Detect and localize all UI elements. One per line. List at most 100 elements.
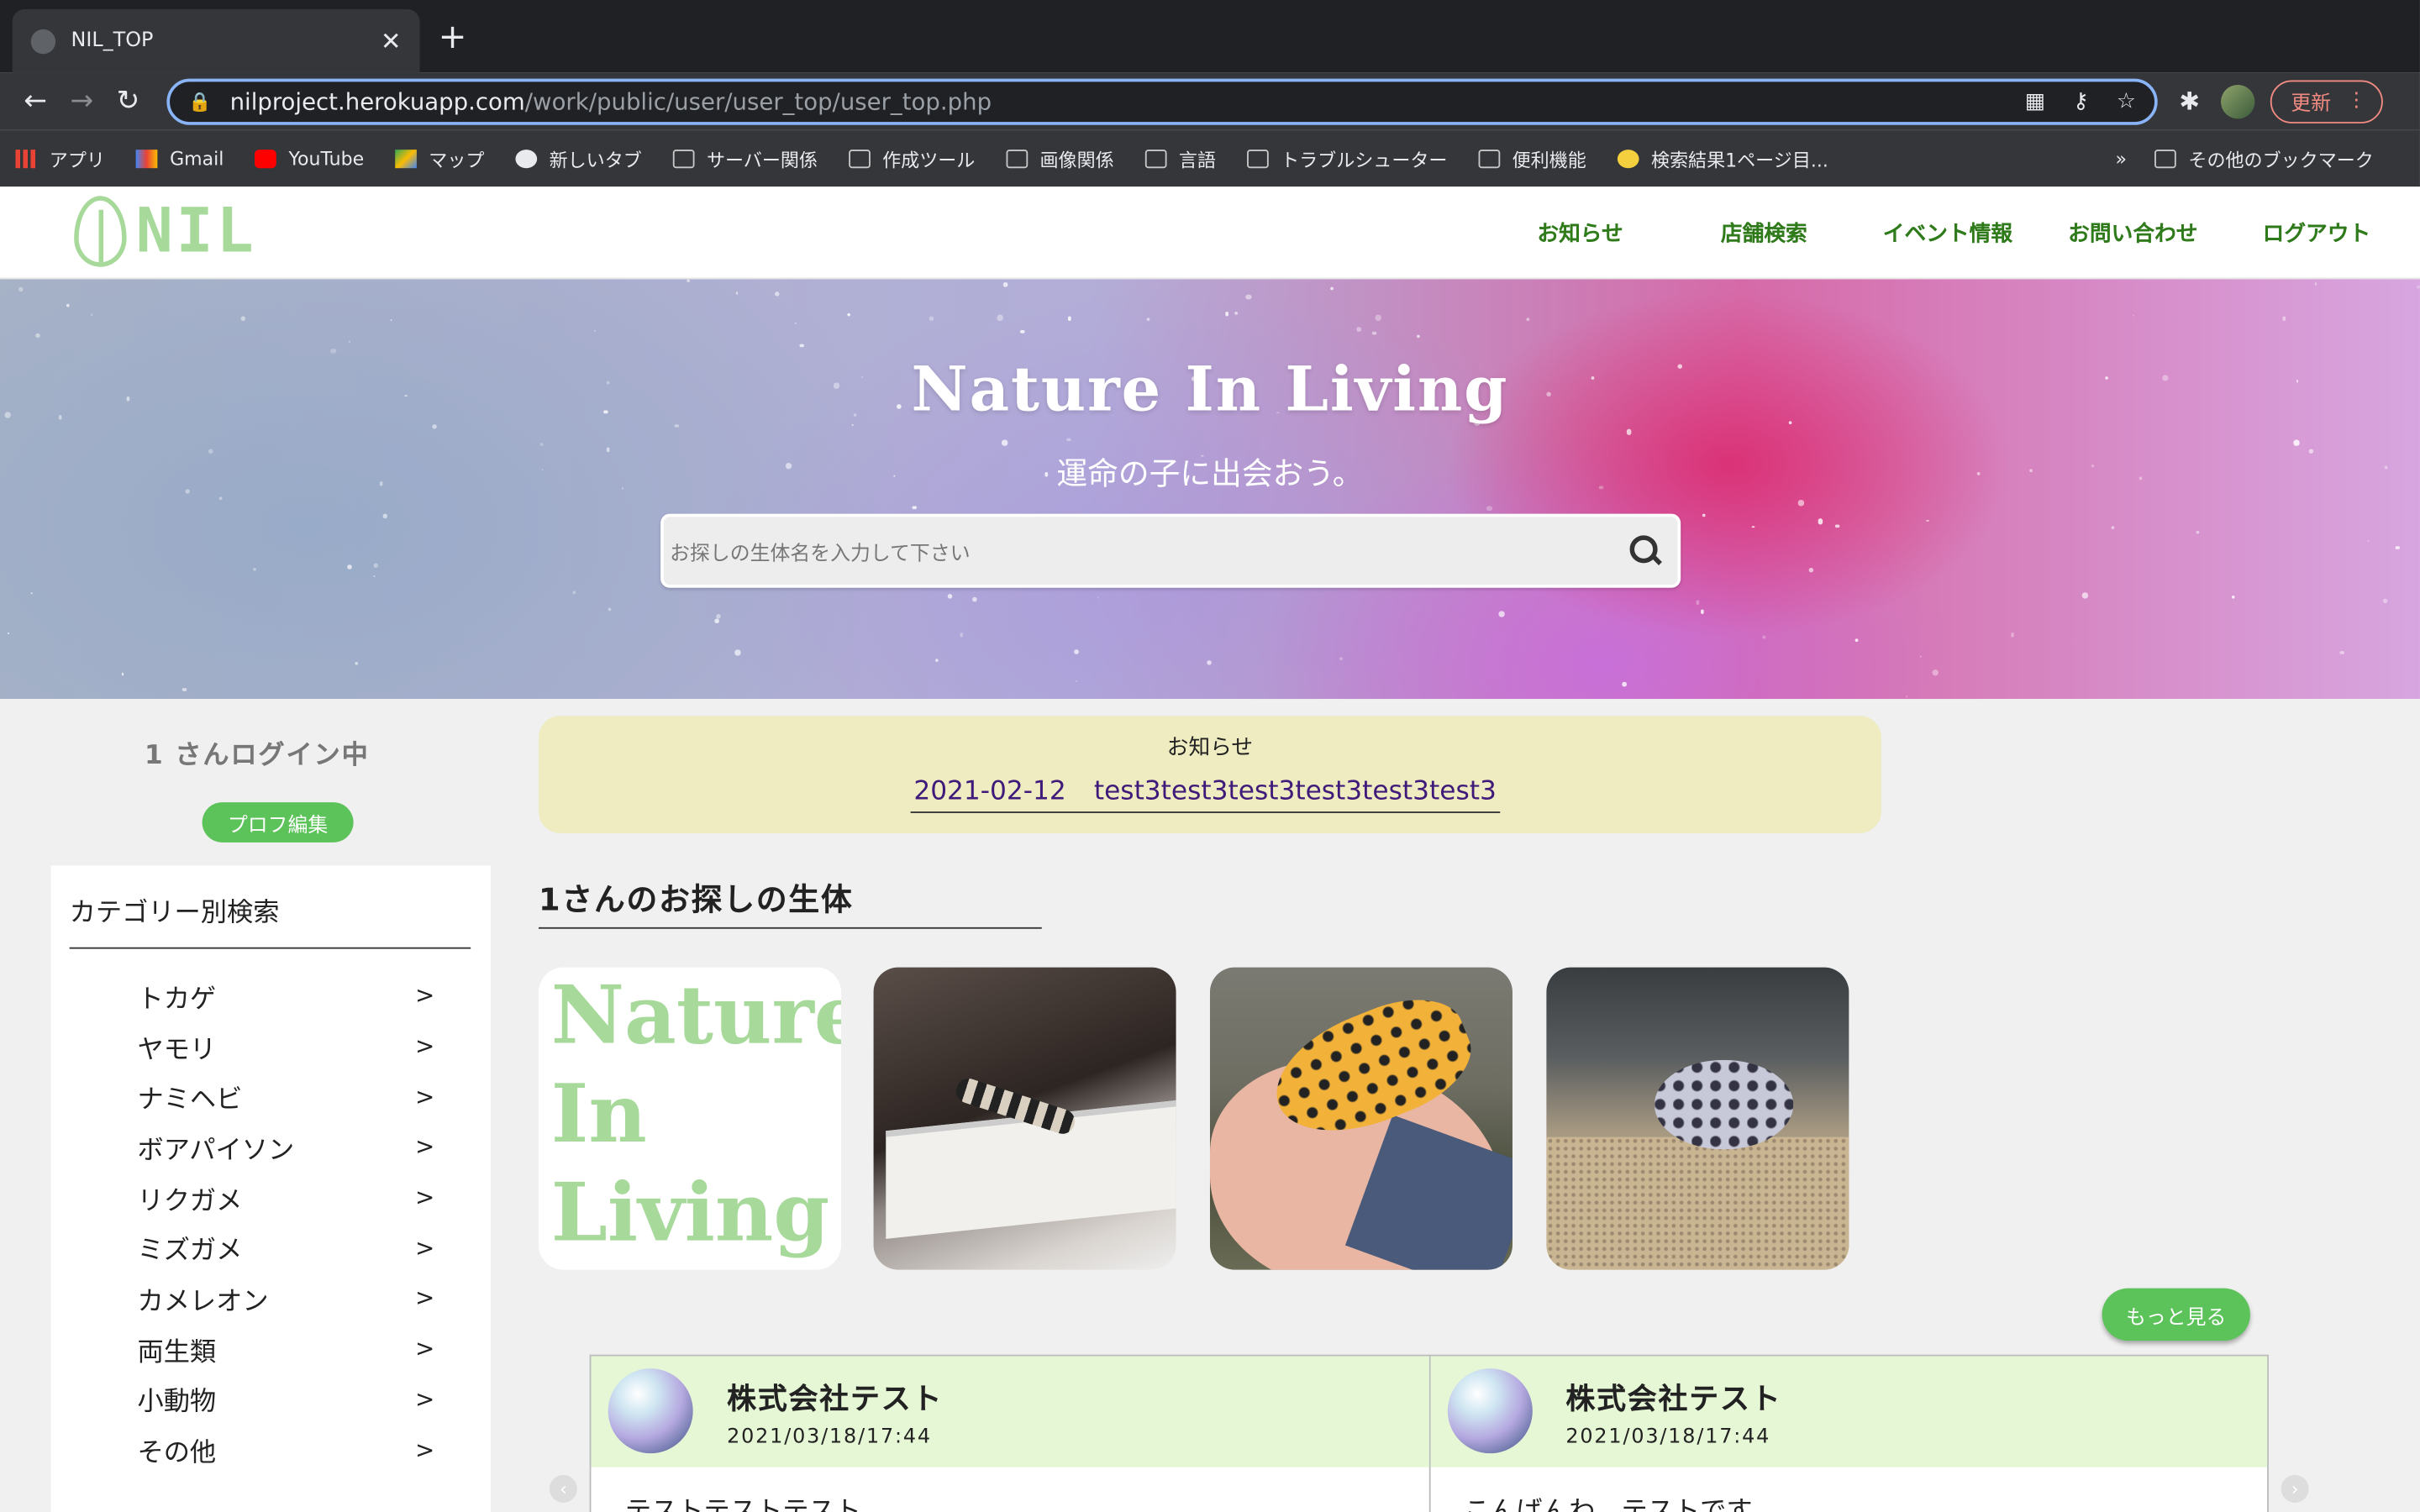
chevron-right-icon[interactable]: > [415, 1133, 434, 1161]
bookmark-item[interactable]: アプリ [15, 146, 105, 172]
category-label[interactable]: その他 [137, 1431, 216, 1469]
chevron-right-icon[interactable]: > [415, 1032, 434, 1060]
category-label[interactable]: ナミヘビ [137, 1077, 242, 1116]
notice-link[interactable]: 2021-02-12 test3test3test3test3test3test3 [910, 776, 1500, 813]
lock-icon[interactable]: 🔒 [188, 90, 211, 112]
hero-speck [793, 322, 797, 324]
bookmark-item[interactable]: 新しいタブ [515, 146, 642, 172]
nav-logout[interactable]: ログアウト [2263, 218, 2371, 249]
search-placeholder[interactable]: お探しの生体名を入力して下さい [670, 536, 1628, 566]
chevron-right-icon[interactable]: > [415, 1335, 434, 1362]
edit-profile-button[interactable]: プロフ編集 [202, 802, 354, 843]
bookmark-item[interactable]: 便利機能 [1478, 146, 1586, 172]
close-icon[interactable]: ✕ [381, 26, 402, 55]
carousel-prev-icon[interactable]: ‹ [549, 1474, 577, 1503]
site-logo[interactable]: NIL [74, 196, 256, 267]
post-time: 2021/03/18/17:44 [727, 1425, 932, 1449]
post-card[interactable]: 株式会社テスト 2021/03/18/17:44 テストテストテスト [591, 1356, 1430, 1512]
chevron-right-icon[interactable]: > [415, 1083, 434, 1110]
chevron-right-icon[interactable]: > [415, 1284, 434, 1312]
post-message: こんばんわ、テストです。 [1464, 1488, 1776, 1512]
nav-news[interactable]: お知らせ [1537, 218, 1623, 249]
wanted-thumb-leopard-gecko-sand[interactable] [1546, 967, 1849, 1270]
bookmark-label: Gmail [170, 148, 224, 171]
category-label[interactable]: ミズガメ [137, 1229, 242, 1268]
folder-icon [848, 150, 871, 169]
bookmark-item[interactable]: 作成ツール [848, 146, 975, 172]
hero-speck [2340, 651, 2344, 655]
bookmark-label: トラブルシューター [1281, 149, 1448, 171]
bookmark-item[interactable]: 言語 [1144, 146, 1216, 172]
notice-date[interactable]: 2021-02-12 [913, 776, 1065, 807]
carousel-next-icon[interactable]: › [2281, 1474, 2309, 1503]
bookmark-item[interactable]: Gmail [135, 148, 224, 171]
category-label[interactable]: カメレオン [137, 1279, 268, 1318]
hero-speck [2282, 317, 2286, 321]
hero-speck [997, 315, 1003, 321]
update-button[interactable]: 更新 ⋮ [2270, 79, 2384, 123]
category-label[interactable]: トカゲ [137, 976, 216, 1016]
post-card[interactable]: 株式会社テスト 2021/03/18/17:44 こんばんわ、テストです。 [1429, 1356, 2268, 1512]
back-icon[interactable]: ← [13, 85, 59, 118]
hero-speck [182, 687, 187, 691]
category-item[interactable]: ミズガメ > [51, 1222, 491, 1273]
category-item[interactable]: カメレオン > [51, 1273, 491, 1324]
category-item[interactable]: ヤモリ > [51, 1021, 491, 1071]
category-item[interactable]: ボアパイソン > [51, 1121, 491, 1172]
category-item[interactable]: トカゲ > [51, 970, 491, 1021]
nav-shop-search[interactable]: 店舗検索 [1721, 218, 1807, 249]
chevron-right-icon[interactable]: > [415, 982, 434, 1010]
chevron-right-icon[interactable]: > [415, 1234, 434, 1262]
category-label[interactable]: 両生類 [137, 1330, 216, 1368]
category-label[interactable]: 小動物 [137, 1380, 216, 1419]
chevron-right-icon[interactable]: > [415, 1436, 434, 1463]
hero-speck [1835, 523, 1840, 528]
category-item[interactable]: 両生類 > [51, 1324, 491, 1374]
extensions-icon[interactable]: ✱ [2179, 87, 2200, 116]
hero-speck [391, 318, 393, 321]
browser-tab[interactable]: NIL_TOP ✕ [12, 9, 420, 73]
category-label[interactable]: ヤモリ [137, 1026, 216, 1066]
key-icon[interactable]: ⚷ [2073, 89, 2089, 113]
reload-icon[interactable]: ↻ [105, 85, 151, 118]
wanted-thumb-leopard-gecko-hand[interactable] [1209, 967, 1512, 1270]
category-label[interactable]: リクガメ [137, 1178, 242, 1217]
notice-text[interactable]: test3test3test3test3test3test3 [1094, 776, 1497, 807]
bookmark-item[interactable]: 画像関係 [1006, 146, 1114, 172]
search-icon[interactable] [1628, 533, 1662, 567]
nav-contact[interactable]: お問い合わせ [2068, 218, 2197, 249]
bookmark-item[interactable]: YouTube [255, 148, 364, 170]
hero-speck [1097, 596, 1100, 600]
hero-speck [929, 315, 934, 321]
bookmark-item[interactable]: 検索結果1ページ目... [1617, 146, 1828, 172]
bookmark-item[interactable]: サーバー関係 [672, 146, 818, 172]
category-item[interactable]: リクガメ > [51, 1172, 491, 1222]
other-bookmarks[interactable]: その他のブックマーク [2154, 146, 2374, 172]
more-button[interactable]: もっと見る [2102, 1288, 2250, 1341]
forward-icon[interactable]: → [59, 85, 105, 118]
chevron-right-icon[interactable]: > [415, 1184, 434, 1211]
wanted-thumb-snake[interactable] [873, 967, 1176, 1270]
gmail-icon [135, 150, 158, 169]
more-bookmarks-icon[interactable]: » [2115, 148, 2126, 170]
category-item[interactable]: 小動物 > [51, 1374, 491, 1425]
address-bar[interactable]: 🔒 nilproject.herokuapp.com/work/public/u… [166, 77, 2158, 124]
chevron-right-icon[interactable]: > [415, 1385, 434, 1413]
category-item[interactable]: ナミヘビ > [51, 1071, 491, 1121]
category-label[interactable]: ボアパイソン [137, 1127, 294, 1167]
qr-code-icon[interactable]: ▦ [2025, 89, 2045, 113]
hero-speck [2382, 598, 2388, 604]
profile-avatar[interactable] [2221, 84, 2256, 118]
search-input[interactable]: お探しの生体名を入力して下さい [660, 513, 1681, 588]
hero-speck [240, 316, 245, 321]
bookmark-label: マップ [429, 149, 485, 171]
hero-title: Nature In Living [911, 353, 1509, 426]
bookmark-item[interactable]: マップ [394, 146, 485, 172]
wanted-thumb-logo[interactable]: Nature In Living [539, 967, 842, 1270]
nav-events[interactable]: イベント情報 [1883, 218, 2012, 249]
new-tab-button[interactable]: + [439, 18, 467, 57]
bookmark-item[interactable]: トラブルシューター [1246, 146, 1448, 172]
category-item[interactable]: その他 > [51, 1425, 491, 1475]
star-icon[interactable]: ☆ [2117, 89, 2136, 113]
menu-dots-icon[interactable]: ⋮ [2347, 90, 2367, 113]
